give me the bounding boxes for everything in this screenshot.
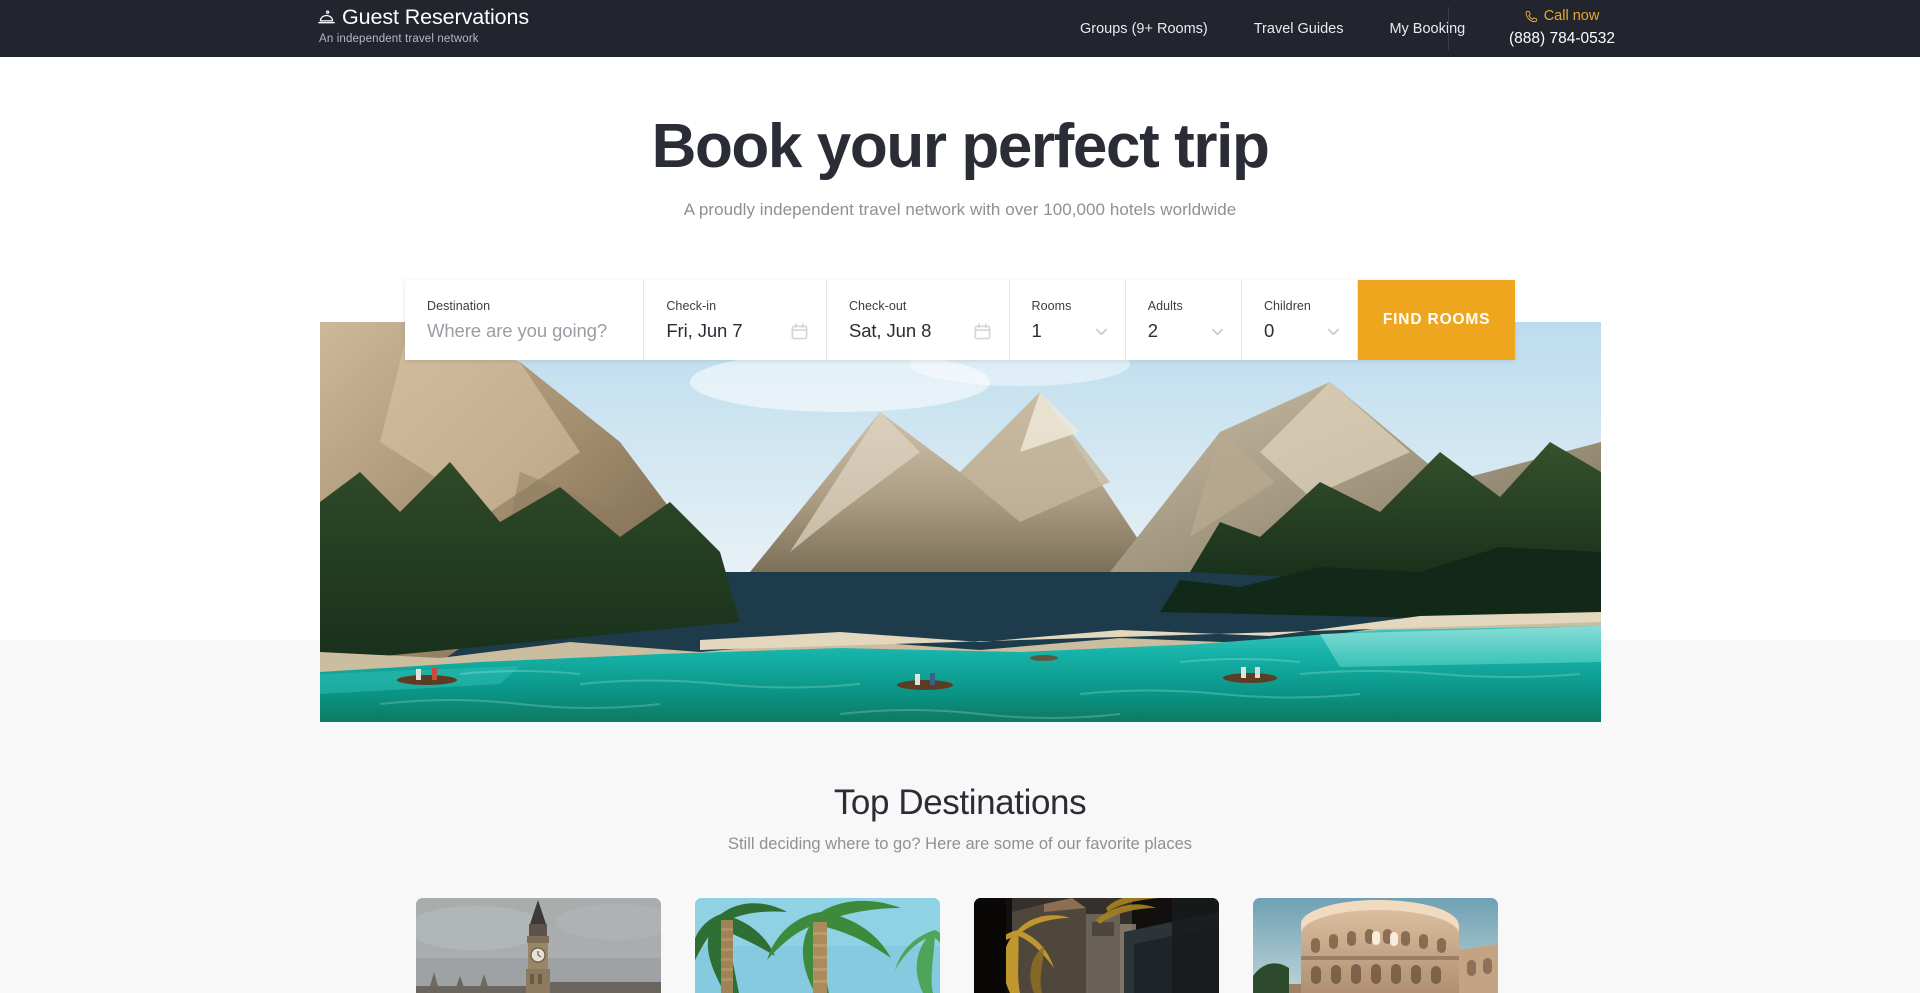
- rooms-value[interactable]: 1: [1032, 320, 1103, 342]
- adults-field[interactable]: Adults 2: [1126, 280, 1242, 360]
- rooms-field[interactable]: Rooms 1: [1010, 280, 1126, 360]
- chevron-down-icon[interactable]: [1210, 324, 1225, 339]
- hero-image-artwork: [320, 322, 1601, 722]
- desk-bell-icon: [318, 10, 335, 25]
- header-divider: [1448, 7, 1449, 50]
- colosseum-image: [1253, 898, 1498, 993]
- rooms-label: Rooms: [1031, 298, 1072, 313]
- top-destinations-subtitle: Still deciding where to go? Here are som…: [727, 835, 1193, 853]
- adults-value[interactable]: 2: [1148, 320, 1219, 342]
- page-subtitle: A proudly independent travel network wit…: [683, 200, 1237, 219]
- nav-item-groups[interactable]: Groups (9+ Rooms): [1057, 21, 1231, 37]
- nav-item-my-booking[interactable]: My Booking: [1366, 21, 1488, 37]
- page-title: Book your perfect trip: [651, 112, 1270, 181]
- page-root: Guest Reservations An independent travel…: [0, 0, 1920, 993]
- children-label: Children: [1263, 298, 1311, 313]
- destination-label: Destination: [427, 298, 491, 313]
- checkin-value[interactable]: Fri, Jun 7: [666, 320, 804, 342]
- brand-tagline: An independent travel network: [319, 32, 479, 45]
- call-phone-number[interactable]: (888) 784-0532: [1482, 29, 1642, 50]
- checkout-field[interactable]: Check-out Sat, Jun 8: [827, 280, 1010, 360]
- destination-card-rome[interactable]: [1253, 898, 1498, 993]
- destination-cards: [416, 898, 1506, 993]
- destination-card-palms[interactable]: [695, 898, 940, 993]
- checkin-label: Check-in: [666, 298, 717, 313]
- brand-name: Guest Reservations: [342, 5, 530, 29]
- site-header: Guest Reservations An independent travel…: [0, 0, 1920, 57]
- children-field[interactable]: Children 0: [1242, 280, 1359, 360]
- calendar-icon[interactable]: [974, 323, 991, 340]
- dark-alley-image: [974, 898, 1219, 993]
- nav-item-travel-guides[interactable]: Travel Guides: [1231, 21, 1367, 37]
- palm-trees-image: [695, 898, 940, 993]
- destination-card-london[interactable]: [416, 898, 661, 993]
- call-now-block[interactable]: Call now (888) 784-0532: [1482, 7, 1642, 49]
- destination-field[interactable]: Destination Where are you going?: [405, 280, 645, 360]
- call-now-row[interactable]: Call now: [1482, 7, 1642, 27]
- call-now-label: Call now: [1543, 8, 1600, 24]
- checkout-label: Check-out: [848, 298, 907, 313]
- checkout-value[interactable]: Sat, Jun 8: [849, 320, 987, 342]
- hero-image: [320, 322, 1601, 722]
- search-widget: Destination Where are you going? Check-i…: [405, 280, 1515, 360]
- checkin-field[interactable]: Check-in Fri, Jun 7: [644, 280, 827, 360]
- children-value[interactable]: 0: [1264, 320, 1335, 342]
- destination-input[interactable]: Where are you going?: [427, 320, 621, 342]
- adults-label: Adults: [1147, 298, 1183, 313]
- destination-card-alley[interactable]: [974, 898, 1219, 993]
- top-destinations-title: Top Destinations: [833, 783, 1087, 822]
- find-rooms-button[interactable]: FIND ROOMS: [1358, 280, 1515, 360]
- chevron-down-icon[interactable]: [1094, 324, 1109, 339]
- chevron-down-icon[interactable]: [1326, 324, 1341, 339]
- main-navigation: Groups (9+ Rooms) Travel Guides My Booki…: [1057, 0, 1488, 57]
- calendar-icon[interactable]: [791, 323, 808, 340]
- big-ben-image: [416, 898, 661, 993]
- brand-logo[interactable]: Guest Reservations An independent travel…: [318, 5, 530, 45]
- phone-icon: [1525, 10, 1538, 23]
